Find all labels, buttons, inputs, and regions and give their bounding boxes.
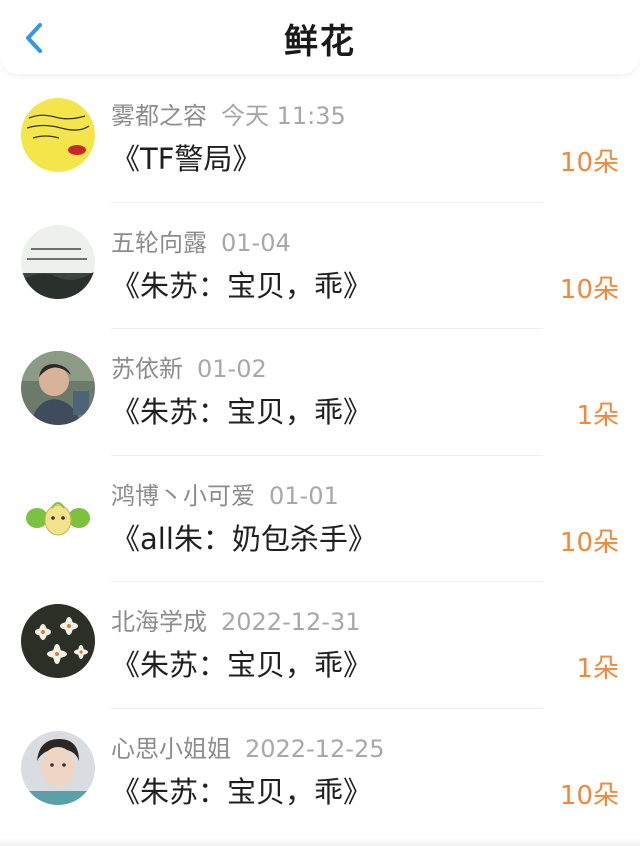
timestamp: 01-01 bbox=[269, 481, 339, 510]
calligraphy-avatar-icon bbox=[21, 224, 95, 299]
page-title: 鲜花 bbox=[284, 22, 356, 62]
timestamp: 2022-12-31 bbox=[221, 608, 361, 636]
flower-list: 雾都之容 今天 11:35 《TF警局》 10朵 五轮向露 01-04 《朱苏：宝贝… bbox=[0, 76, 640, 835]
list-item[interactable]: 苏依新 01-02 《朱苏：宝贝，乖》 1朵 bbox=[0, 329, 640, 456]
item-meta: 雾都之容 今天 11:35 bbox=[111, 96, 346, 131]
flowers-avatar-icon bbox=[21, 604, 95, 678]
timestamp: 01-02 bbox=[197, 355, 267, 383]
avatar[interactable] bbox=[21, 730, 95, 805]
work-title[interactable]: 《all朱：奶包杀手》 bbox=[111, 516, 377, 558]
avatar[interactable] bbox=[21, 477, 95, 552]
list-item[interactable]: 五轮向露 01-04 《朱苏：宝贝，乖》 10朵 bbox=[0, 203, 640, 329]
item-meta: 苏依新 01-02 bbox=[111, 349, 267, 384]
work-title[interactable]: 《朱苏：宝贝，乖》 bbox=[111, 642, 372, 684]
work-title[interactable]: 《朱苏：宝贝，乖》 bbox=[111, 389, 372, 431]
person-avatar-icon bbox=[21, 730, 95, 805]
flower-count: 1朵 bbox=[576, 401, 619, 431]
list-item[interactable]: 雾都之容 今天 11:35 《TF警局》 10朵 bbox=[0, 76, 640, 203]
username[interactable]: 雾都之容 bbox=[111, 102, 207, 130]
flower-count: 1朵 bbox=[576, 654, 619, 684]
username[interactable]: 五轮向露 bbox=[111, 229, 207, 257]
list-item[interactable]: 鸿博丶小可爱 01-01 《all朱：奶包杀手》 10朵 bbox=[0, 456, 640, 582]
item-meta: 鸿博丶小可爱 01-01 bbox=[111, 476, 339, 511]
username[interactable]: 苏依新 bbox=[111, 355, 183, 383]
username[interactable]: 北海学成 bbox=[111, 608, 207, 636]
work-title[interactable]: 《朱苏：宝贝，乖》 bbox=[111, 263, 372, 305]
username[interactable]: 鸿博丶小可爱 bbox=[111, 482, 255, 510]
timestamp: 今天 11:35 bbox=[221, 102, 346, 130]
portrait-avatar-icon bbox=[21, 351, 95, 425]
flower-count: 10朵 bbox=[559, 780, 619, 811]
top-bar: 鲜花 bbox=[0, 0, 640, 74]
item-meta: 心思小姐姐 2022-12-25 bbox=[111, 729, 384, 764]
avatar[interactable] bbox=[21, 351, 95, 425]
flower-count: 10朵 bbox=[559, 274, 619, 305]
timestamp: 01-04 bbox=[221, 228, 291, 257]
avatar[interactable] bbox=[21, 224, 95, 299]
flower-count: 10朵 bbox=[559, 527, 619, 558]
timestamp: 2022-12-25 bbox=[245, 734, 385, 763]
item-meta: 北海学成 2022-12-31 bbox=[111, 602, 360, 637]
list-item[interactable]: 北海学成 2022-12-31 《朱苏：宝贝，乖》 1朵 bbox=[0, 582, 640, 709]
bottom-edge bbox=[0, 838, 640, 846]
list-item[interactable]: 心思小姐姐 2022-12-25 《朱苏：宝贝，乖》 10朵 bbox=[0, 709, 640, 836]
flower-count: 10朵 bbox=[559, 148, 619, 178]
yellow-note-avatar-icon bbox=[21, 98, 95, 172]
username[interactable]: 心思小姐姐 bbox=[111, 735, 231, 763]
item-meta: 五轮向露 01-04 bbox=[111, 223, 291, 258]
avatar[interactable] bbox=[21, 604, 95, 678]
work-title[interactable]: 《TF警局》 bbox=[111, 136, 261, 178]
cartoon-sprout-avatar-icon bbox=[21, 477, 95, 552]
avatar[interactable] bbox=[21, 98, 95, 172]
work-title[interactable]: 《朱苏：宝贝，乖》 bbox=[111, 769, 372, 811]
